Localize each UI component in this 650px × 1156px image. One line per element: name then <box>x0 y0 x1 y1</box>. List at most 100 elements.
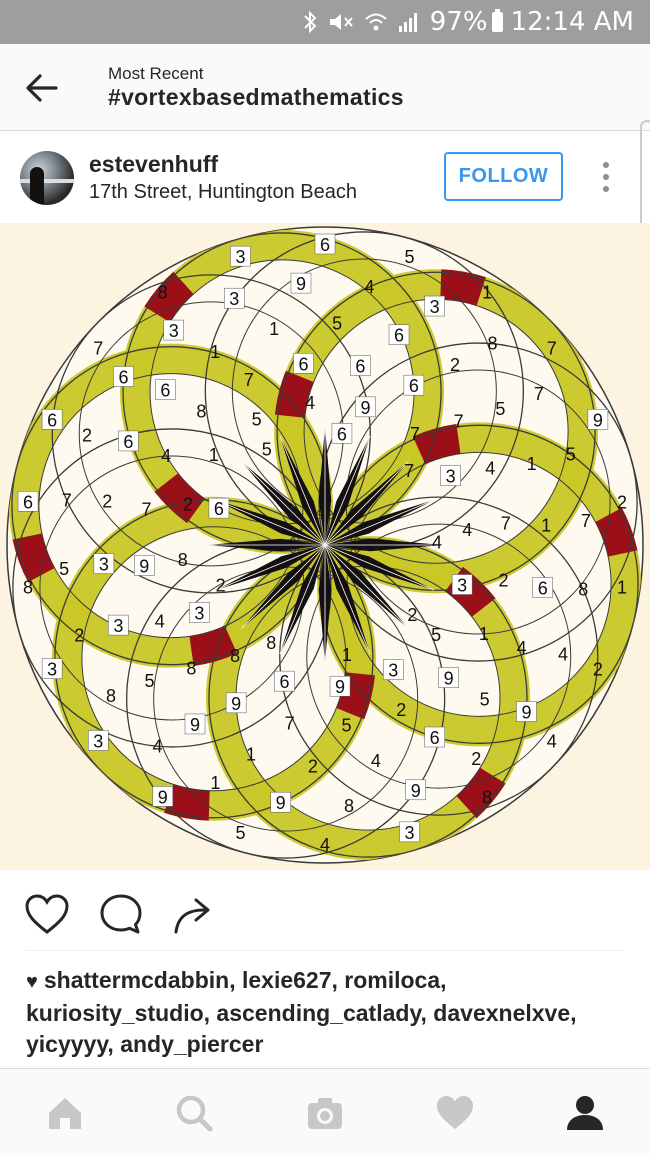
vortex-number: 9 <box>139 556 149 576</box>
vortex-number: 7 <box>93 339 103 359</box>
likes-section[interactable]: ♥ shattermcdabbin, lexie627, romiloca, ku… <box>26 965 626 1060</box>
back-button[interactable] <box>22 68 62 108</box>
vortex-number: 1 <box>342 645 352 665</box>
liked-by-list[interactable]: shattermcdabbin, lexie627, romiloca, kur… <box>26 967 577 1057</box>
nav-camera-button[interactable] <box>305 1093 345 1133</box>
vortex-number: 3 <box>388 661 398 681</box>
vortex-number: 7 <box>547 339 557 359</box>
vortex-number: 4 <box>152 736 162 756</box>
nav-search-button[interactable] <box>174 1093 214 1133</box>
home-icon <box>49 1098 81 1129</box>
vortex-number: 4 <box>161 446 171 466</box>
vortex-number: 9 <box>158 787 168 807</box>
vortex-number: 4 <box>305 393 315 413</box>
vortex-number: 3 <box>229 289 239 309</box>
vortex-number: 2 <box>308 757 318 777</box>
vortex-number: 1 <box>210 773 220 793</box>
vortex-number: 6 <box>299 354 309 374</box>
heart-icon <box>437 1096 473 1129</box>
vortex-number: 3 <box>93 731 103 751</box>
post-header: estevenhuff 17th Street, Huntington Beac… <box>0 131 650 223</box>
vortex-number: 3 <box>113 616 123 636</box>
vortex-number: 5 <box>341 716 351 736</box>
divider <box>26 950 624 951</box>
vortex-number: 2 <box>407 605 417 625</box>
heart-small-icon: ♥ <box>26 971 38 993</box>
vortex-number: 2 <box>617 492 627 512</box>
comment-bubble-icon <box>100 894 142 934</box>
camera-icon <box>308 1098 342 1129</box>
vortex-number: 9 <box>444 669 454 689</box>
vortex-number: 4 <box>364 277 374 297</box>
avatar[interactable] <box>20 151 74 205</box>
vortex-number: 8 <box>482 787 492 807</box>
vortex-number: 3 <box>405 823 415 843</box>
vortex-number: 6 <box>214 499 224 519</box>
vortex-number: 5 <box>332 313 342 333</box>
vortex-number: 3 <box>446 467 456 487</box>
vortex-number: 7 <box>285 714 295 734</box>
comment-button[interactable] <box>98 892 144 938</box>
vortex-number: 1 <box>269 319 279 339</box>
more-options-button[interactable] <box>594 159 618 195</box>
vortex-number: 4 <box>320 835 330 855</box>
vortex-number: 9 <box>296 274 306 294</box>
vortex-number: 1 <box>209 445 219 465</box>
share-button[interactable] <box>170 892 216 938</box>
vortex-number: 3 <box>169 321 179 341</box>
vortex-number: 5 <box>495 399 505 419</box>
nav-home-button[interactable] <box>45 1093 85 1133</box>
vortex-number: 6 <box>337 424 347 444</box>
heart-outline-icon <box>25 894 69 934</box>
vortex-number: 5 <box>252 409 262 429</box>
like-button[interactable] <box>24 892 70 938</box>
post-image[interactable]: 6517921248345933866783438757849298914825… <box>0 223 650 870</box>
vortex-number: 8 <box>344 796 354 816</box>
vortex-number: 1 <box>527 454 537 474</box>
vortex-number: 3 <box>430 297 440 317</box>
vortex-number: 1 <box>482 283 492 303</box>
follow-button[interactable]: FOLLOW <box>444 152 563 201</box>
status-bar: 97% 12:14 AM <box>0 0 650 44</box>
vortex-number: 6 <box>47 410 57 430</box>
vortex-number: 3 <box>194 603 204 623</box>
nav-profile-button[interactable] <box>565 1093 605 1133</box>
top-header: Most Recent #vortexbasedmathematics <box>0 44 650 131</box>
vortex-number: 1 <box>246 744 256 764</box>
vortex-number: 3 <box>457 576 467 596</box>
vortex-number: 6 <box>355 356 365 376</box>
vortex-number: 6 <box>409 376 419 396</box>
vortex-number: 4 <box>558 645 568 665</box>
wifi-icon <box>364 11 388 33</box>
vortex-number: 1 <box>617 578 627 598</box>
bottom-navigation <box>0 1068 650 1156</box>
vortex-number: 4 <box>462 520 472 540</box>
vertical-dots-icon <box>594 162 618 192</box>
vortex-number: 9 <box>521 702 531 722</box>
vortex-number: 2 <box>471 749 481 769</box>
vortex-number: 8 <box>158 283 168 303</box>
vortex-number: 7 <box>501 514 511 534</box>
vortex-number: 6 <box>23 492 33 512</box>
vortex-number: 2 <box>593 660 603 680</box>
post-location[interactable]: 17th Street, Huntington Beach <box>89 181 357 204</box>
mute-icon <box>328 11 354 33</box>
vortex-number: 9 <box>190 715 200 735</box>
vortex-number: 3 <box>47 660 57 680</box>
battery-icon <box>491 9 503 32</box>
signal-icon <box>398 11 420 33</box>
vortex-number: 8 <box>230 646 240 666</box>
vortex-number: 6 <box>430 728 440 748</box>
post-username[interactable]: estevenhuff <box>89 151 218 178</box>
battery-percent: 97% <box>429 7 488 37</box>
vortex-number: 2 <box>82 425 92 445</box>
vortex-number: 8 <box>487 334 497 354</box>
vortex-number: 8 <box>578 579 588 599</box>
vortex-number: 4 <box>432 532 442 552</box>
vortex-number: 8 <box>178 550 188 570</box>
vortex-number: 7 <box>410 424 420 444</box>
vortex-number: 1 <box>210 342 220 362</box>
vortex-number: 9 <box>593 410 603 430</box>
nav-activity-button[interactable] <box>435 1093 475 1133</box>
vortex-number: 2 <box>102 492 112 512</box>
